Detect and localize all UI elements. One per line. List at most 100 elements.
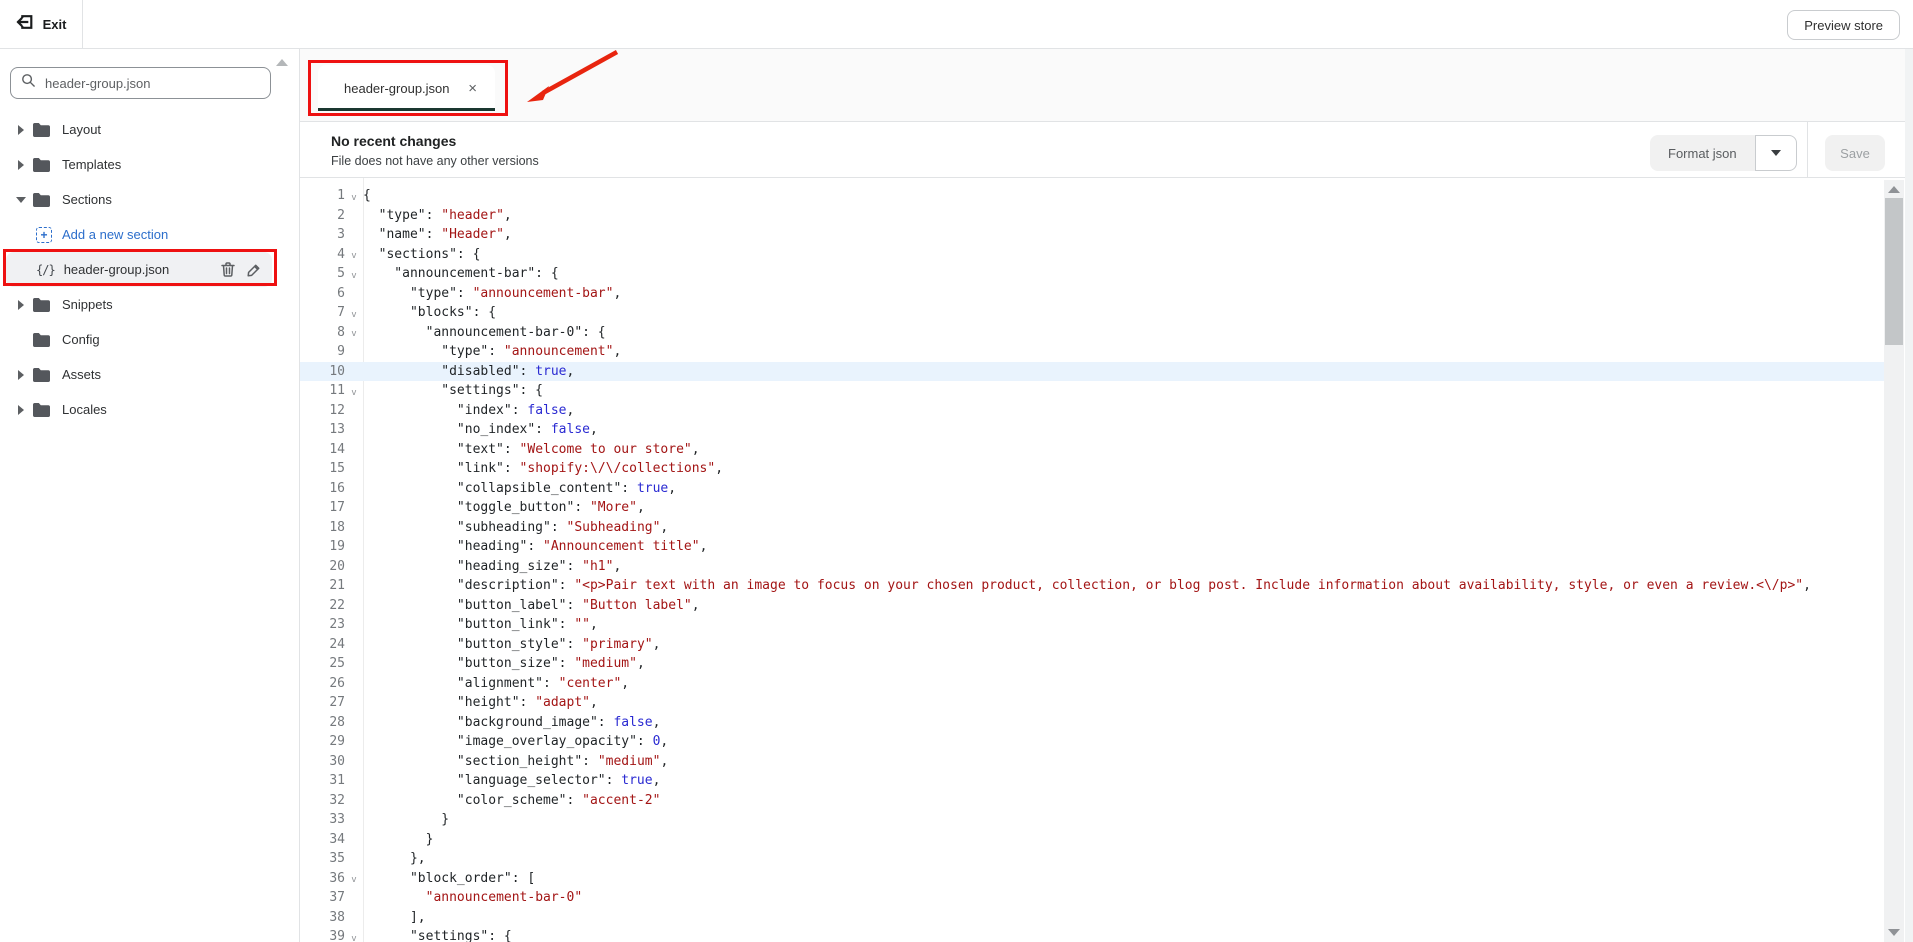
code-line[interactable]: 31 "language_selector": true,	[300, 771, 1884, 791]
code-line[interactable]: 37 "announcement-bar-0"	[300, 888, 1884, 908]
code-line[interactable]: 10 "disabled": true,	[300, 362, 1884, 382]
code-line[interactable]: 15 "link": "shopify:\/\/collections",	[300, 459, 1884, 479]
chevron-right-icon[interactable]	[14, 370, 28, 380]
line-number[interactable]: 10	[300, 364, 345, 379]
code-line[interactable]: 9 "type": "announcement",	[300, 342, 1884, 362]
chevron-right-icon[interactable]	[14, 300, 28, 310]
code-line[interactable]: 5v "announcement-bar": {	[300, 264, 1884, 284]
line-number[interactable]: 8	[300, 325, 345, 340]
fold-toggle-icon[interactable]: v	[345, 875, 363, 885]
code-line[interactable]: 33 }	[300, 810, 1884, 830]
code-line[interactable]: 22 "button_label": "Button label",	[300, 596, 1884, 616]
line-number[interactable]: 28	[300, 715, 345, 730]
code-line[interactable]: 11v "settings": {	[300, 381, 1884, 401]
sidebar-item-layout[interactable]: Layout	[6, 112, 272, 147]
code-line[interactable]: 38 ],	[300, 908, 1884, 928]
code-line[interactable]: 26 "alignment": "center",	[300, 674, 1884, 694]
scroll-up-icon[interactable]	[1888, 186, 1900, 193]
line-number[interactable]: 9	[300, 344, 345, 359]
scroll-down-icon[interactable]	[1888, 929, 1900, 936]
line-number[interactable]: 27	[300, 695, 345, 710]
line-number[interactable]: 11	[300, 383, 345, 398]
code-line[interactable]: 7v "blocks": {	[300, 303, 1884, 323]
code-line[interactable]: 30 "section_height": "medium",	[300, 752, 1884, 772]
chevron-right-icon[interactable]	[14, 125, 28, 135]
sidebar-scroll-up-icon[interactable]	[276, 59, 288, 66]
code-line[interactable]: 25 "button_size": "medium",	[300, 654, 1884, 674]
code-line[interactable]: 6 "type": "announcement-bar",	[300, 284, 1884, 304]
line-number[interactable]: 36	[300, 871, 345, 886]
line-number[interactable]: 18	[300, 520, 345, 535]
line-number[interactable]: 21	[300, 578, 345, 593]
fold-toggle-icon[interactable]: v	[345, 251, 363, 261]
line-number[interactable]: 24	[300, 637, 345, 652]
code-line[interactable]: 13 "no_index": false,	[300, 420, 1884, 440]
line-number[interactable]: 22	[300, 598, 345, 613]
code-line[interactable]: 28 "background_image": false,	[300, 713, 1884, 733]
code-line[interactable]: 20 "heading_size": "h1",	[300, 557, 1884, 577]
line-number[interactable]: 20	[300, 559, 345, 574]
line-number[interactable]: 16	[300, 481, 345, 496]
sidebar-item-config[interactable]: Config	[6, 322, 272, 357]
code-line[interactable]: 32 "color_scheme": "accent-2"	[300, 791, 1884, 811]
line-number[interactable]: 31	[300, 773, 345, 788]
code-line[interactable]: 1v{	[300, 186, 1884, 206]
fold-toggle-icon[interactable]: v	[345, 193, 363, 203]
code-line[interactable]: 29 "image_overlay_opacity": 0,	[300, 732, 1884, 752]
line-number[interactable]: 37	[300, 890, 345, 905]
code-line[interactable]: 18 "subheading": "Subheading",	[300, 518, 1884, 538]
line-number[interactable]: 12	[300, 403, 345, 418]
line-number[interactable]: 32	[300, 793, 345, 808]
preview-store-button[interactable]: Preview store	[1787, 10, 1900, 40]
code-line[interactable]: 39v "settings": {	[300, 927, 1884, 942]
page-scrollbar[interactable]	[1905, 49, 1913, 942]
tab-header-group-json[interactable]: header-group.json ×	[318, 65, 495, 111]
code-line[interactable]: 24 "button_style": "primary",	[300, 635, 1884, 655]
line-number[interactable]: 34	[300, 832, 345, 847]
format-options-dropdown[interactable]	[1755, 135, 1797, 171]
fold-toggle-icon[interactable]: v	[345, 329, 363, 339]
line-number[interactable]: 19	[300, 539, 345, 554]
sidebar-item-templates[interactable]: Templates	[6, 147, 272, 182]
code-line[interactable]: 36v "block_order": [	[300, 869, 1884, 889]
save-button[interactable]: Save	[1825, 135, 1885, 171]
fold-toggle-icon[interactable]: v	[345, 388, 363, 398]
rename-file-icon[interactable]	[246, 262, 262, 278]
sidebar-item-header-group-json[interactable]: {/} header-group.json	[6, 252, 272, 287]
delete-file-icon[interactable]	[220, 262, 236, 278]
line-number[interactable]: 6	[300, 286, 345, 301]
line-number[interactable]: 3	[300, 227, 345, 242]
line-number[interactable]: 33	[300, 812, 345, 827]
sidebar-item-sections[interactable]: Sections	[6, 182, 272, 217]
code-line[interactable]: 21 "description": "<p>Pair text with an …	[300, 576, 1884, 596]
code-editor[interactable]: 1v{2 "type": "header",3 "name": "Header"…	[300, 178, 1884, 942]
exit-button[interactable]: Exit	[0, 0, 83, 48]
code-line[interactable]: 23 "button_link": "",	[300, 615, 1884, 635]
line-number[interactable]: 29	[300, 734, 345, 749]
line-number[interactable]: 17	[300, 500, 345, 515]
code-line[interactable]: 35 },	[300, 849, 1884, 869]
add-new-section-link[interactable]: + Add a new section	[6, 217, 272, 252]
chevron-right-icon[interactable]	[14, 160, 28, 170]
sidebar-item-snippets[interactable]: Snippets	[6, 287, 272, 322]
scrollbar-thumb[interactable]	[1885, 198, 1903, 345]
editor-scrollbar[interactable]	[1884, 180, 1904, 942]
format-json-button[interactable]: Format json	[1650, 135, 1755, 171]
line-number[interactable]: 7	[300, 305, 345, 320]
line-number[interactable]: 5	[300, 266, 345, 281]
search-input[interactable]	[45, 76, 260, 91]
file-search[interactable]	[10, 67, 271, 99]
chevron-down-icon[interactable]	[14, 197, 28, 203]
line-number[interactable]: 26	[300, 676, 345, 691]
sidebar-item-locales[interactable]: Locales	[6, 392, 272, 427]
code-line[interactable]: 2 "type": "header",	[300, 206, 1884, 226]
fold-toggle-icon[interactable]: v	[345, 934, 363, 942]
code-line[interactable]: 4v "sections": {	[300, 245, 1884, 265]
fold-toggle-icon[interactable]: v	[345, 271, 363, 281]
line-number[interactable]: 15	[300, 461, 345, 476]
code-line[interactable]: 12 "index": false,	[300, 401, 1884, 421]
line-number[interactable]: 4	[300, 247, 345, 262]
line-number[interactable]: 14	[300, 442, 345, 457]
code-line[interactable]: 16 "collapsible_content": true,	[300, 479, 1884, 499]
code-line[interactable]: 8v "announcement-bar-0": {	[300, 323, 1884, 343]
